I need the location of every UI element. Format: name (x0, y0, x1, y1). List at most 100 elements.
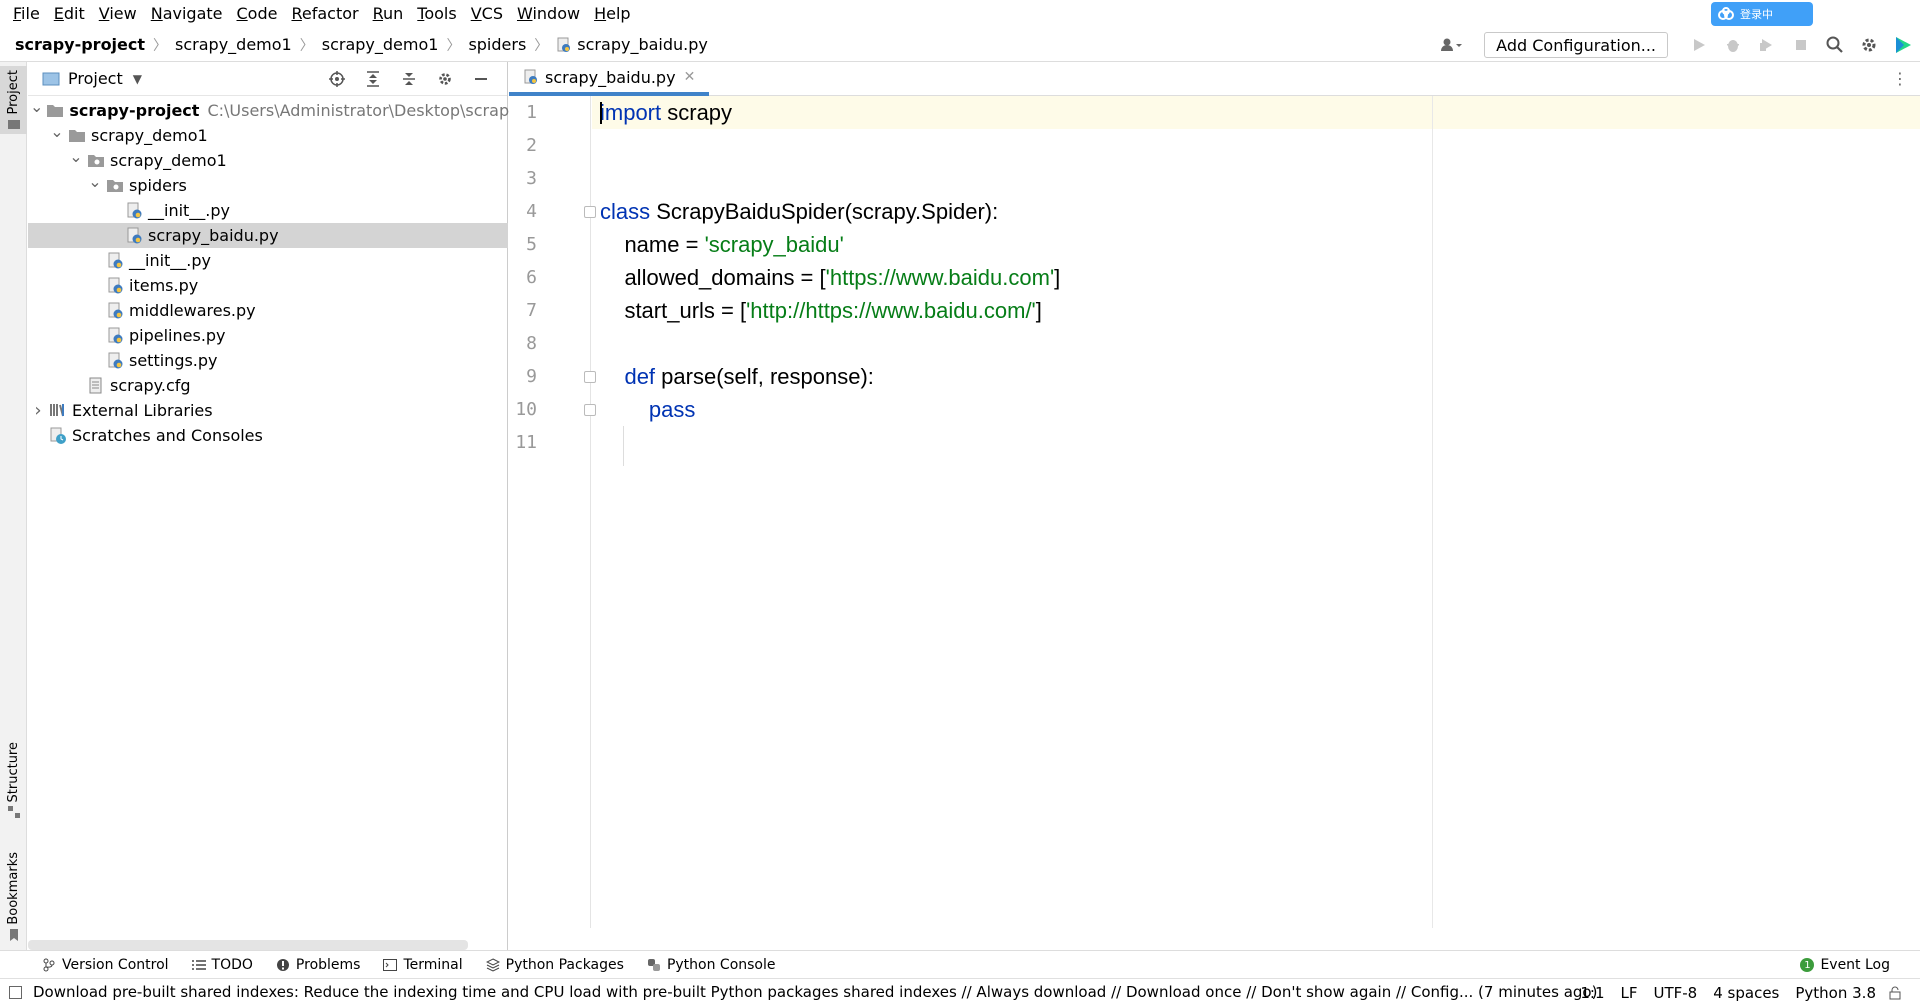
tree-item[interactable]: ⌄ spiders (28, 172, 508, 198)
code-token: start_urls = [ (600, 298, 747, 323)
tree-item[interactable]: Scratches and Consoles (28, 423, 508, 448)
line-number: 9 (526, 366, 537, 387)
tool-windows-toggle-icon[interactable] (9, 986, 22, 999)
code-line: import scrapy (600, 96, 732, 129)
line-number: 3 (526, 168, 537, 189)
tree-item[interactable]: scrapy.cfg (28, 373, 508, 398)
structure-tool-tab[interactable]: Structure (0, 742, 27, 819)
menu-refactor[interactable]: Refactor (284, 0, 365, 28)
tree-item[interactable]: items.py (28, 273, 508, 298)
editor-tab-bar: scrapy_baidu.py ✕ ⋮ (509, 62, 1920, 96)
folder-icon (68, 127, 86, 145)
tree-item-label: scrapy_demo1 (91, 126, 208, 145)
menu-file[interactable]: File (6, 0, 47, 28)
project-view-selector[interactable]: Project ▼ (42, 69, 142, 88)
menu-help[interactable]: Help (587, 0, 637, 28)
caret-position[interactable]: 1:1 (1580, 984, 1604, 1002)
line-number: 10 (515, 399, 537, 420)
tree-item-label: __init__.py (129, 251, 212, 270)
add-configuration-button[interactable]: Add Configuration... (1484, 32, 1668, 58)
menu-code[interactable]: Code (230, 0, 285, 28)
debug-icon[interactable] (1721, 33, 1745, 57)
coverage-icon[interactable] (1755, 33, 1779, 57)
menu-view[interactable]: View (92, 0, 144, 28)
gear-icon[interactable] (1857, 33, 1881, 57)
tree-item[interactable]: __init__.py (28, 248, 508, 273)
tree-item-label: Scratches and Consoles (72, 426, 263, 445)
tree-item[interactable]: pipelines.py (28, 323, 508, 348)
locate-file-icon[interactable] (325, 67, 349, 91)
menu-bar: File Edit View Navigate Code Refactor Ru… (0, 0, 1920, 28)
jetbrains-logo-icon[interactable] (1891, 33, 1915, 57)
menu-vcs[interactable]: VCS (464, 0, 510, 28)
expand-all-icon[interactable] (361, 67, 385, 91)
tree-item[interactable]: ⌄ scrapy-project C:\Users\Administrator\De… (28, 97, 541, 123)
collapse-all-icon[interactable] (397, 67, 421, 91)
run-icon[interactable] (1687, 33, 1711, 57)
indent-setting[interactable]: 4 spaces (1713, 984, 1779, 1002)
python-file-icon (125, 202, 143, 220)
python-packages-tool-button[interactable]: Python Packages (485, 957, 624, 973)
stop-icon[interactable] (1789, 33, 1813, 57)
python-file-icon (556, 37, 572, 53)
status-message[interactable]: Download pre-built shared indexes: Reduc… (33, 983, 1597, 1001)
editor-tab-scrapy-baidu[interactable]: scrapy_baidu.py ✕ (509, 62, 710, 96)
project-panel-tools (319, 67, 499, 91)
chevron-down-icon[interactable]: ⌄ (68, 147, 84, 166)
breadcrumb-spiders[interactable]: spiders (468, 35, 526, 54)
tree-item[interactable]: middlewares.py (28, 298, 508, 323)
horizontal-scrollbar[interactable] (28, 940, 468, 950)
file-encoding[interactable]: UTF-8 (1654, 984, 1698, 1002)
problems-tool-button[interactable]: Problems (276, 957, 360, 973)
breadcrumb-project[interactable]: scrapy-project (15, 35, 145, 54)
breadcrumb-module[interactable]: scrapy_demo1 (175, 35, 292, 54)
chevron-down-icon[interactable]: ⌄ (30, 97, 43, 116)
tree-item[interactable]: settings.py (28, 348, 508, 373)
search-icon[interactable] (1823, 33, 1847, 57)
bookmarks-tool-tab[interactable]: Bookmarks (0, 852, 27, 941)
code-token: ] (1054, 265, 1061, 290)
tree-item[interactable]: › External Libraries (28, 398, 508, 423)
breadcrumb-package[interactable]: scrapy_demo1 (322, 35, 439, 54)
chevron-down-icon[interactable]: ⌄ (87, 172, 103, 191)
menu-edit[interactable]: Edit (47, 0, 92, 28)
breadcrumb-file[interactable]: scrapy_baidu.py (577, 35, 708, 54)
event-log-icon: 1 (1800, 958, 1815, 972)
python-interpreter[interactable]: Python 3.8 (1795, 984, 1876, 1002)
text-caret (600, 102, 602, 124)
tree-item[interactable]: ⌄ scrapy_demo1 (28, 122, 508, 148)
todo-tool-button[interactable]: TODO (191, 957, 253, 973)
status-widgets: 1:1 LF UTF-8 4 spaces Python 3.8 (1564, 979, 1902, 1005)
tree-item[interactable]: scrapy_baidu.py (28, 223, 508, 248)
menu-window[interactable]: Window (510, 0, 587, 28)
cloud-login-badge[interactable]: 登录中 (1711, 2, 1813, 26)
python-console-label: Python Console (666, 956, 776, 973)
project-tool-tab[interactable]: Project (0, 66, 27, 135)
tree-item[interactable]: __init__.py (28, 198, 508, 223)
event-log-tool-button[interactable]: 1 Event Log (1800, 957, 1890, 973)
user-icon[interactable] (1439, 33, 1463, 57)
more-options-icon[interactable]: ⋮ (1892, 69, 1908, 88)
code-editor[interactable]: import scrapy class ScrapyBaiduSpider(scr… (592, 96, 1920, 928)
gear-icon[interactable] (433, 67, 457, 91)
tree-item-label: scrapy_demo1 (110, 151, 227, 170)
tree-item[interactable]: ⌄ scrapy_demo1 (28, 147, 508, 173)
line-separator[interactable]: LF (1621, 984, 1638, 1002)
menu-run[interactable]: Run (366, 0, 411, 28)
bookmark-icon (9, 928, 18, 941)
version-control-tool-button[interactable]: Version Control (42, 957, 169, 973)
menu-navigate[interactable]: Navigate (144, 0, 230, 28)
code-token: parse(self, response): (655, 364, 874, 389)
menu-tools[interactable]: Tools (410, 0, 463, 28)
python-console-tool-button[interactable]: Python Console (647, 957, 776, 973)
lock-icon[interactable] (1888, 986, 1902, 1000)
branch-icon (42, 958, 56, 972)
chevron-down-icon[interactable]: ⌄ (49, 122, 65, 141)
current-line-highlight (592, 96, 1920, 129)
close-icon[interactable]: ✕ (684, 69, 696, 85)
minimize-icon[interactable] (469, 67, 493, 91)
chevron-right-icon[interactable]: › (30, 400, 46, 421)
terminal-tool-button[interactable]: Terminal (383, 957, 463, 973)
